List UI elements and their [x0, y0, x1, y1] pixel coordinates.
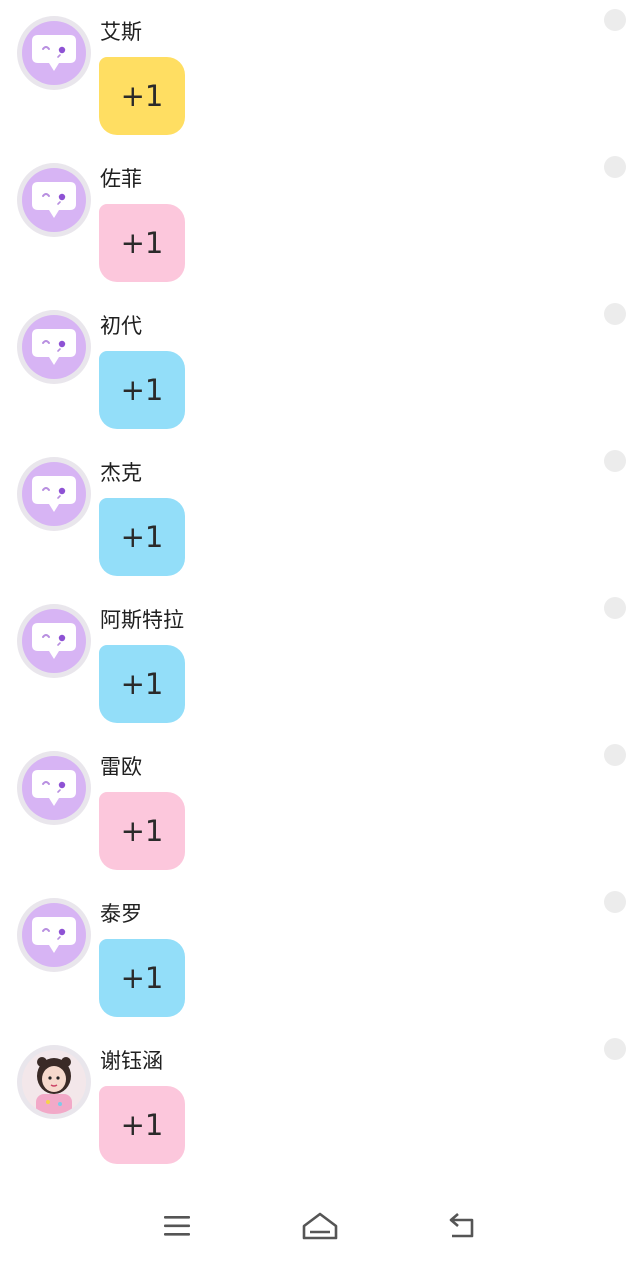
message-bubble[interactable]: +1: [99, 351, 185, 429]
avatar-image: [22, 168, 86, 232]
message-row[interactable]: 艾斯 +1: [0, 0, 640, 147]
avatar[interactable]: [17, 163, 91, 237]
message-bubble[interactable]: +1: [99, 498, 185, 576]
chat-bubble-icon: [32, 770, 76, 806]
home-icon: [302, 1212, 338, 1240]
chat-bubble-icon: [32, 35, 76, 71]
message-text: +1: [120, 1108, 164, 1142]
status-dot: [604, 303, 626, 325]
menu-icon: [164, 1216, 190, 1236]
avatar[interactable]: [17, 16, 91, 90]
sender-name: 谢钰涵: [100, 1049, 163, 1073]
status-dot: [604, 1038, 626, 1060]
message-row[interactable]: 阿斯特拉 +1: [0, 588, 640, 735]
home-button[interactable]: [296, 1206, 344, 1246]
message-row[interactable]: 佐菲 +1: [0, 147, 640, 294]
status-dot: [604, 9, 626, 31]
message-text: +1: [120, 373, 164, 407]
menu-button[interactable]: [154, 1206, 202, 1246]
message-text: +1: [120, 226, 164, 260]
message-text: +1: [120, 961, 164, 995]
back-icon: [449, 1213, 474, 1238]
message-row[interactable]: 泰罗 +1: [0, 882, 640, 1029]
sender-name: 初代: [100, 314, 142, 338]
message-bubble[interactable]: +1: [99, 1086, 185, 1164]
avatar[interactable]: [17, 310, 91, 384]
avatar-image: [22, 756, 86, 820]
user-photo: [22, 1050, 86, 1114]
system-navigation-bar: [0, 1194, 640, 1264]
avatar[interactable]: [17, 1045, 91, 1119]
message-bubble[interactable]: +1: [99, 792, 185, 870]
avatar[interactable]: [17, 457, 91, 531]
avatar[interactable]: [17, 604, 91, 678]
sender-name: 杰克: [100, 461, 142, 485]
status-dot: [604, 597, 626, 619]
sender-name: 艾斯: [100, 20, 142, 44]
chat-bubble-icon: [32, 623, 76, 659]
status-dot: [604, 156, 626, 178]
avatar[interactable]: [17, 751, 91, 825]
avatar[interactable]: [17, 898, 91, 972]
chat-bubble-icon: [32, 182, 76, 218]
message-text: +1: [120, 520, 164, 554]
avatar-image: [22, 609, 86, 673]
message-bubble[interactable]: +1: [99, 645, 185, 723]
avatar-image: [22, 1050, 86, 1114]
sender-name: 泰罗: [100, 902, 142, 926]
status-dot: [604, 891, 626, 913]
message-bubble[interactable]: +1: [99, 939, 185, 1017]
avatar-image: [22, 462, 86, 526]
chat-bubble-icon: [32, 917, 76, 953]
message-row[interactable]: 谢钰涵 +1: [0, 1029, 640, 1176]
sender-name: 阿斯特拉: [100, 608, 184, 632]
message-row[interactable]: 杰克 +1: [0, 441, 640, 588]
message-row[interactable]: 初代 +1: [0, 294, 640, 441]
avatar-image: [22, 903, 86, 967]
sender-name: 雷欧: [100, 755, 142, 779]
status-dot: [604, 744, 626, 766]
message-list[interactable]: 艾斯 +1 佐菲 +1 初代 +1 杰克 +1 阿斯特拉 +1 雷欧 +1 泰罗 +1 谢钰涵 +1: [0, 0, 640, 1194]
chat-bubble-icon: [32, 476, 76, 512]
avatar-image: [22, 21, 86, 85]
message-bubble[interactable]: +1: [99, 204, 185, 282]
back-button[interactable]: [438, 1206, 486, 1246]
message-text: +1: [120, 79, 164, 113]
message-bubble[interactable]: +1: [99, 57, 185, 135]
message-text: +1: [120, 667, 164, 701]
message-row[interactable]: 雷欧 +1: [0, 735, 640, 882]
status-dot: [604, 450, 626, 472]
sender-name: 佐菲: [100, 167, 142, 191]
avatar-image: [22, 315, 86, 379]
message-text: +1: [120, 814, 164, 848]
chat-bubble-icon: [32, 329, 76, 365]
